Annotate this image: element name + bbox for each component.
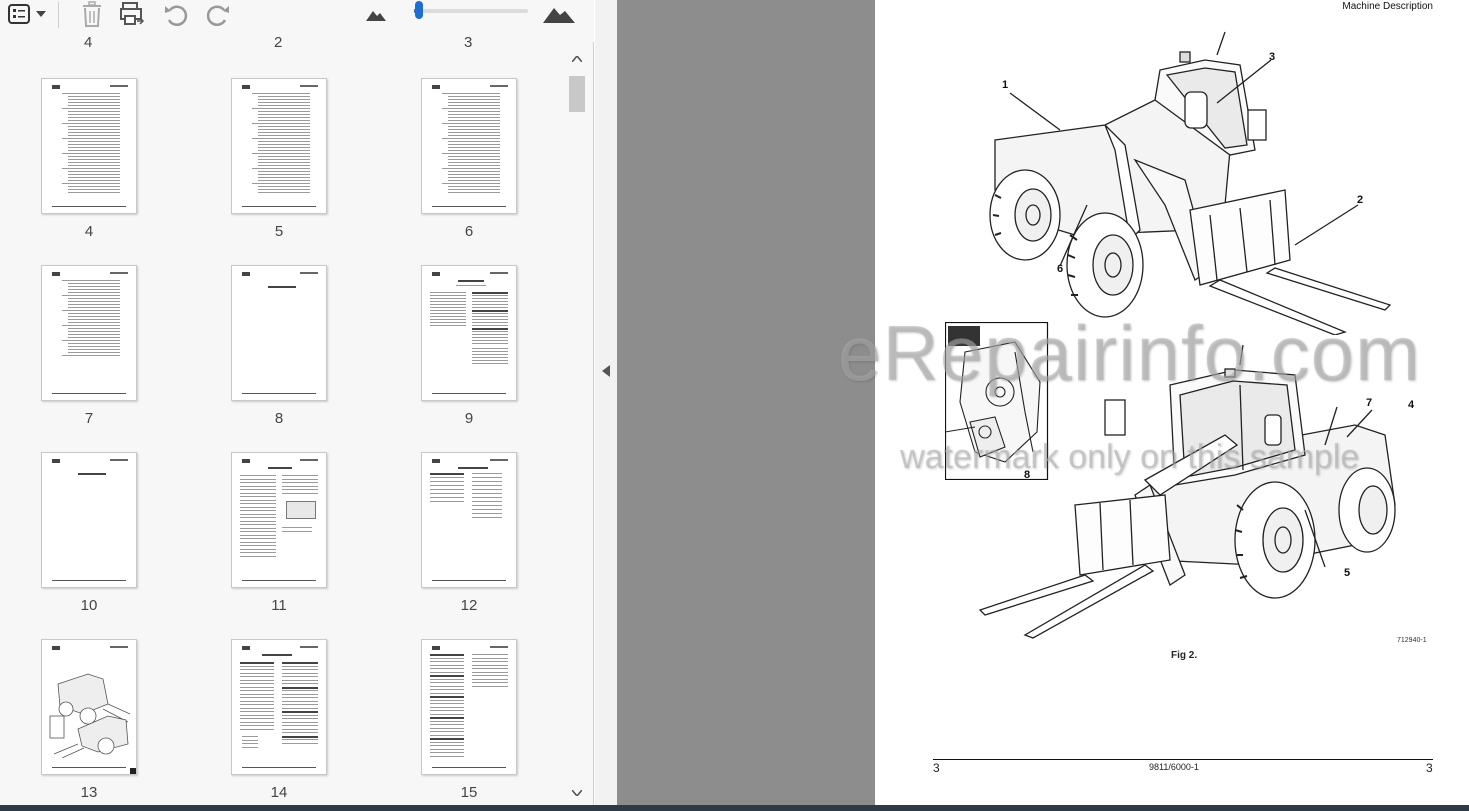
list-view-icon bbox=[8, 4, 30, 24]
callout-1: 1 bbox=[1002, 79, 1009, 91]
thumbnail-page-label: 11 bbox=[271, 597, 287, 614]
thumbnail-grid: 4 5 6 7 8 9 10 11 12 13 14 15 bbox=[0, 48, 566, 811]
view-options-dropdown[interactable] bbox=[34, 0, 48, 28]
page-thumbnail[interactable] bbox=[41, 78, 137, 214]
page-thumbnail[interactable] bbox=[41, 265, 137, 401]
previous-row-labels: 4 2 3 bbox=[0, 34, 560, 48]
rotate-cw-icon bbox=[206, 5, 229, 26]
telehandler-illustration-rear bbox=[989, 31, 1392, 335]
thumbnail-page-label: 10 bbox=[80, 597, 98, 614]
page-thumbnail[interactable] bbox=[231, 639, 327, 775]
thumbnail-page-label: 8 bbox=[274, 410, 284, 427]
footer-page-number-right: 3 bbox=[1426, 761, 1433, 775]
document-gutter bbox=[617, 0, 875, 811]
thumbnail-page-label: 5 bbox=[274, 223, 284, 240]
zoom-out-mountain-icon bbox=[366, 11, 386, 21]
chevron-down-icon bbox=[572, 790, 582, 796]
callout-5: 5 bbox=[1344, 567, 1351, 579]
thumbnail-page-label: 6 bbox=[464, 223, 474, 240]
footer-document-number: 9811/6000-1 bbox=[1149, 762, 1199, 772]
zoom-slider-thumb[interactable] bbox=[415, 1, 423, 19]
page-thumbnail[interactable] bbox=[421, 452, 517, 588]
zoom-in-mountain-icon bbox=[543, 8, 575, 23]
page-thumbnail[interactable] bbox=[421, 265, 517, 401]
thumbnail-page-label: 15 bbox=[460, 784, 478, 801]
zoom-slider[interactable] bbox=[414, 1, 528, 19]
watermark-main: eRepairinfo.com bbox=[838, 309, 1421, 397]
callout-2: 2 bbox=[1357, 194, 1364, 206]
taskbar-edge bbox=[0, 805, 1469, 811]
rotate-clockwise-button[interactable] bbox=[204, 0, 232, 28]
thumbnail-scrollbar[interactable] bbox=[567, 48, 587, 808]
scroll-down-arrow[interactable] bbox=[567, 784, 587, 802]
list-view-button[interactable] bbox=[6, 0, 32, 28]
panel-splitter[interactable] bbox=[595, 0, 617, 811]
callout-3: 3 bbox=[1269, 51, 1276, 63]
figure-caption: Fig 2. bbox=[1171, 650, 1198, 661]
thumbnail-label-partial: 2 bbox=[274, 34, 283, 48]
scrollbar-thumb[interactable] bbox=[569, 76, 585, 112]
delete-icon bbox=[83, 1, 101, 27]
page-thumbnail[interactable] bbox=[41, 452, 137, 588]
section-title: Machine Description bbox=[1342, 1, 1433, 12]
page-thumbnail[interactable] bbox=[41, 639, 137, 775]
thumbnail-label-partial: 3 bbox=[464, 34, 473, 48]
thumbnail-page-label: 9 bbox=[464, 410, 474, 427]
zoom-out-button[interactable] bbox=[364, 0, 388, 28]
page-thumbnail[interactable] bbox=[231, 452, 327, 588]
callout-6: 6 bbox=[1057, 263, 1064, 275]
thumbnail-page-label: 13 bbox=[80, 784, 98, 801]
thumbnail-page-label: 14 bbox=[270, 784, 288, 801]
watermark-sub: watermark only on this sample bbox=[900, 438, 1360, 476]
chevron-up-icon bbox=[572, 56, 582, 62]
page-thumbnail[interactable] bbox=[421, 639, 517, 775]
thumbnail-label-partial: 4 bbox=[84, 34, 93, 48]
thumbnail-page-label: 4 bbox=[84, 223, 94, 240]
resize-handle[interactable] bbox=[130, 768, 136, 774]
thumbnail-page-label: 7 bbox=[84, 410, 94, 427]
thumbnail-panel: 4 2 3 4 5 6 7 8 9 10 11 12 13 14 15 bbox=[0, 0, 594, 811]
page-thumbnail[interactable] bbox=[231, 78, 327, 214]
callout-4: 4 bbox=[1408, 399, 1415, 411]
footer-page-number-left: 3 bbox=[933, 761, 940, 775]
document-page: Machine Description 1 2 3 4 5 6 7 8 7129… bbox=[875, 0, 1469, 811]
page-thumbnail[interactable] bbox=[421, 78, 517, 214]
rotate-counterclockwise-button[interactable] bbox=[162, 0, 190, 28]
scroll-up-arrow[interactable] bbox=[567, 50, 587, 68]
zoom-in-button[interactable] bbox=[542, 0, 576, 28]
delete-page-button[interactable] bbox=[78, 0, 106, 28]
print-pages-icon bbox=[120, 2, 145, 25]
collapse-panel-button[interactable] bbox=[600, 360, 612, 382]
footer-rule bbox=[933, 759, 1433, 760]
page-thumbnail[interactable] bbox=[231, 265, 327, 401]
figure-code: 712940-1 bbox=[1397, 637, 1427, 644]
dropdown-caret-icon bbox=[36, 11, 46, 17]
chevron-left-icon bbox=[602, 365, 610, 377]
rotate-ccw-icon bbox=[165, 5, 188, 26]
print-pages-button[interactable] bbox=[118, 0, 146, 28]
thumbnail-page-label: 12 bbox=[460, 597, 478, 614]
